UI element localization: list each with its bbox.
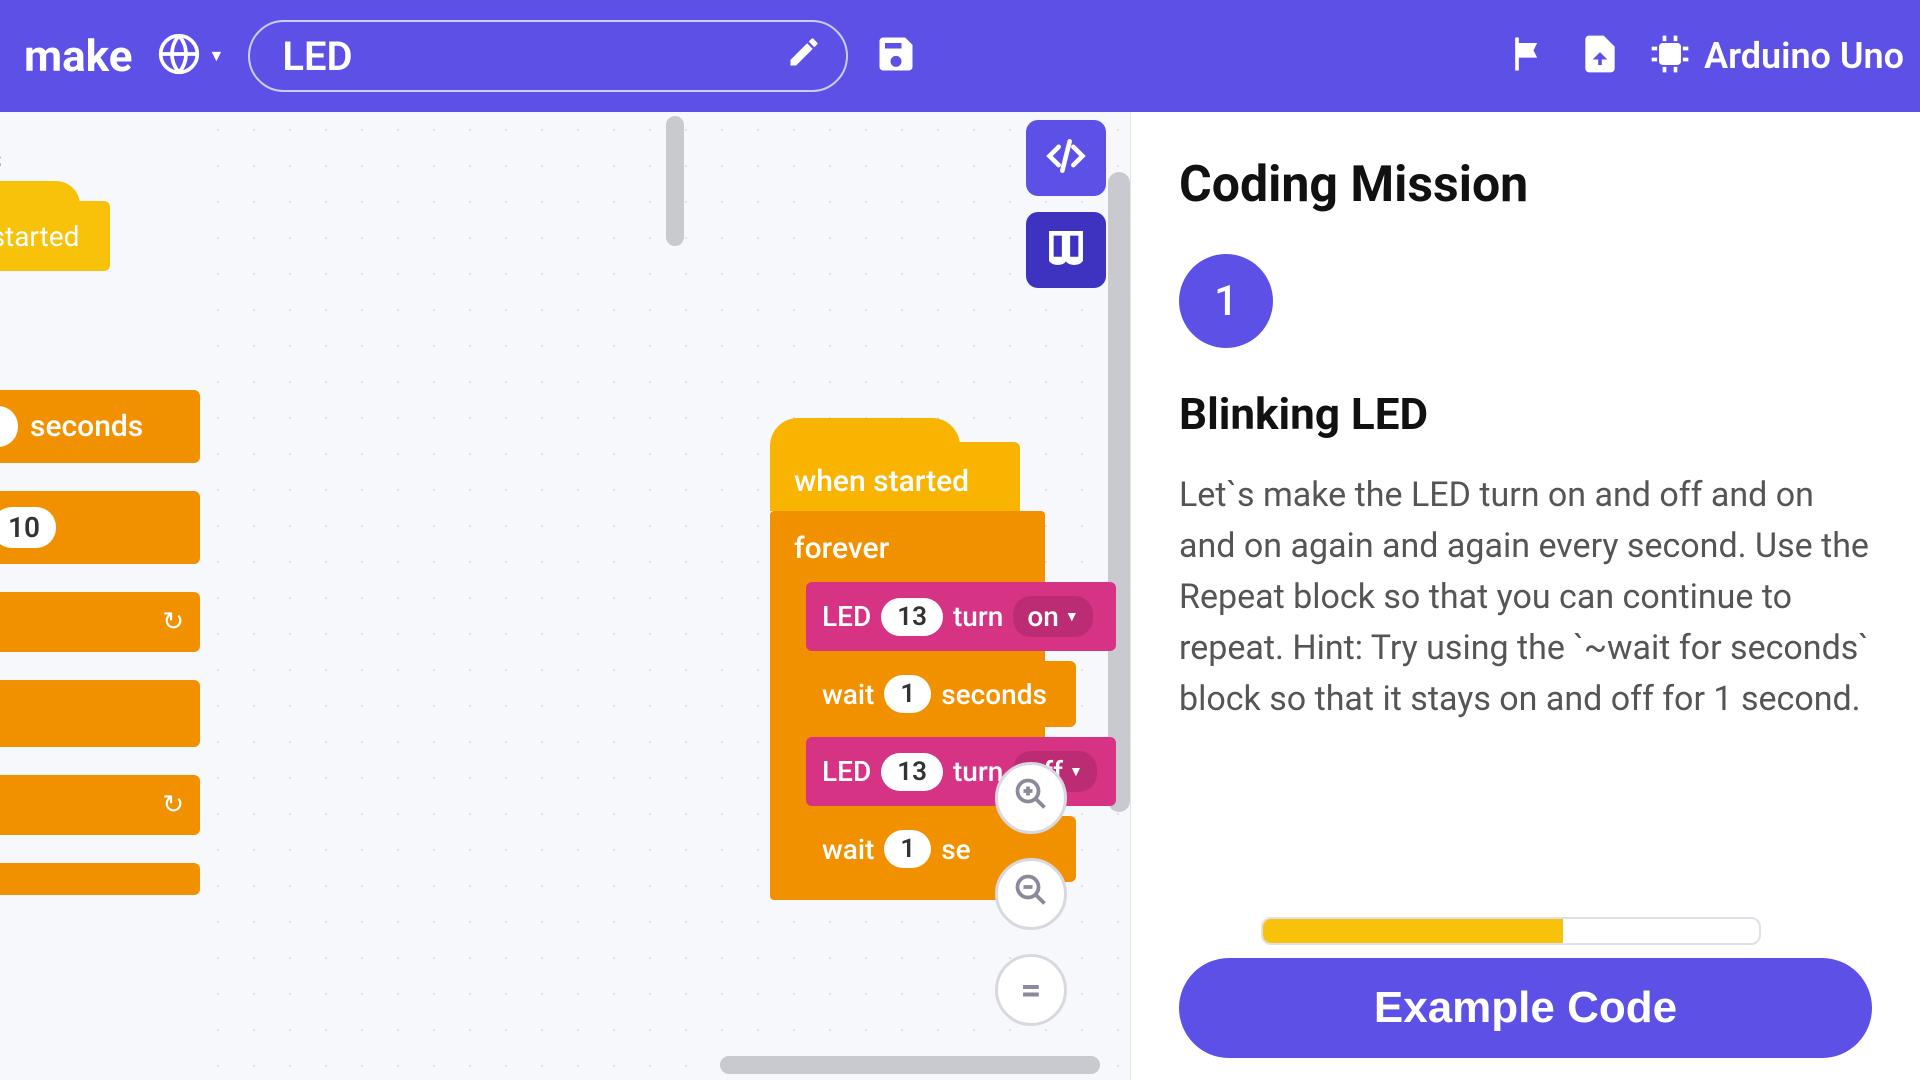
wait-unit: seconds (30, 409, 143, 444)
project-name-text: LED (282, 33, 352, 80)
chevron-down-icon: ▼ (1069, 763, 1083, 780)
upload-file-icon (1578, 32, 1622, 80)
zoom-out-button[interactable] (995, 858, 1067, 930)
wait-value[interactable]: 1 (884, 830, 931, 868)
zoom-in-icon (1013, 776, 1049, 821)
block-text: seconds (941, 678, 1047, 711)
loop-arrow-icon: ↻ (162, 790, 184, 820)
flag-icon (1506, 32, 1550, 80)
block-text: turn (953, 600, 1003, 633)
palette-when-started-block[interactable]: started (0, 201, 110, 271)
zoom-out-icon (1013, 872, 1049, 917)
led-on-block[interactable]: LED 13 turn on ▼ (806, 582, 1116, 651)
when-started-block[interactable]: when started (770, 442, 1020, 511)
script-stack[interactable]: when started forever LED 13 turn on ▼ (770, 442, 1130, 900)
language-menu[interactable]: ▼ (157, 32, 225, 80)
board-selector[interactable]: Arduino Uno (1648, 32, 1904, 80)
canvas-horizontal-scrollbar[interactable] (720, 1056, 1100, 1074)
chevron-down-icon: ▼ (209, 46, 225, 66)
loop-arrow-icon: ↻ (162, 607, 184, 637)
block-text: LED (822, 755, 871, 788)
chip-icon (1648, 32, 1692, 80)
code-canvas[interactable]: when started forever LED 13 turn on ▼ (200, 112, 1130, 1080)
save-icon (874, 32, 918, 80)
block-label: forever (788, 525, 1027, 582)
block-label: when started (794, 464, 969, 499)
zoom-in-button[interactable] (995, 762, 1067, 834)
save-button[interactable] (872, 32, 920, 80)
wait-value: 1 (0, 406, 18, 447)
project-name-field[interactable]: LED (248, 20, 848, 92)
equals-icon: = (1021, 969, 1042, 1011)
mission-title: Blinking LED (1179, 388, 1872, 440)
chevron-down-icon: ▼ (1065, 608, 1079, 625)
button-label: Example Code (1374, 983, 1677, 1032)
state-dropdown[interactable]: on ▼ (1013, 596, 1092, 637)
pencil-icon (786, 33, 822, 80)
block-palette: ts started ol 1 seconds t 10 ↻ er ↻ (0, 112, 200, 1080)
step-number: 1 (1214, 277, 1238, 326)
palette-category-control: ol (0, 331, 200, 366)
block-text: wait (822, 678, 874, 711)
block-label: started (0, 220, 79, 253)
led-off-block[interactable]: LED 13 turn off ▼ (806, 737, 1116, 806)
block-text: se (941, 833, 970, 866)
upload-button[interactable] (1576, 32, 1624, 80)
code-icon (1044, 134, 1088, 182)
zoom-reset-button[interactable]: = (995, 954, 1067, 1026)
mission-view-tab[interactable] (1026, 212, 1106, 288)
example-code-button[interactable]: Example Code (1179, 958, 1872, 1058)
step-badge: 1 (1179, 254, 1273, 348)
top-bar: make ▼ LED Arduino Uno (0, 0, 1920, 112)
board-label: Arduino Uno (1704, 35, 1904, 77)
palette-scrollbar[interactable] (666, 116, 684, 246)
mission-heading: Coding Mission (1179, 156, 1872, 214)
code-view-tab[interactable] (1026, 120, 1106, 196)
palette-wait-block[interactable]: 1 seconds (0, 390, 200, 463)
palette-category-events: ts (0, 142, 200, 177)
book-icon (1044, 226, 1088, 274)
repeat-value: 10 (0, 507, 56, 548)
wait-block[interactable]: wait 1 seconds (806, 661, 1076, 727)
wait-value[interactable]: 1 (884, 675, 931, 713)
block-text: wait (822, 833, 874, 866)
palette-c-block-3[interactable] (0, 863, 200, 895)
pin-value[interactable]: 13 (881, 753, 943, 791)
mission-body: Let`s make the LED turn on and off and o… (1179, 470, 1872, 725)
palette-forever-block[interactable]: er (0, 680, 200, 747)
pin-value[interactable]: 13 (881, 598, 943, 636)
globe-icon (157, 32, 201, 80)
block-text: LED (822, 600, 871, 633)
flag-button[interactable] (1504, 32, 1552, 80)
dropdown-value: on (1027, 600, 1058, 633)
zoom-controls: = (995, 762, 1067, 1026)
palette-c-block-1[interactable]: ↻ (0, 592, 200, 652)
app-logo: make (24, 30, 133, 82)
palette-repeat-block[interactable]: t 10 (0, 491, 200, 564)
example-preview-card (1261, 917, 1761, 945)
mission-panel: Coding Mission 1 Blinking LED Let`s make… (1130, 112, 1920, 1080)
palette-c-block-2[interactable]: ↻ (0, 775, 200, 835)
